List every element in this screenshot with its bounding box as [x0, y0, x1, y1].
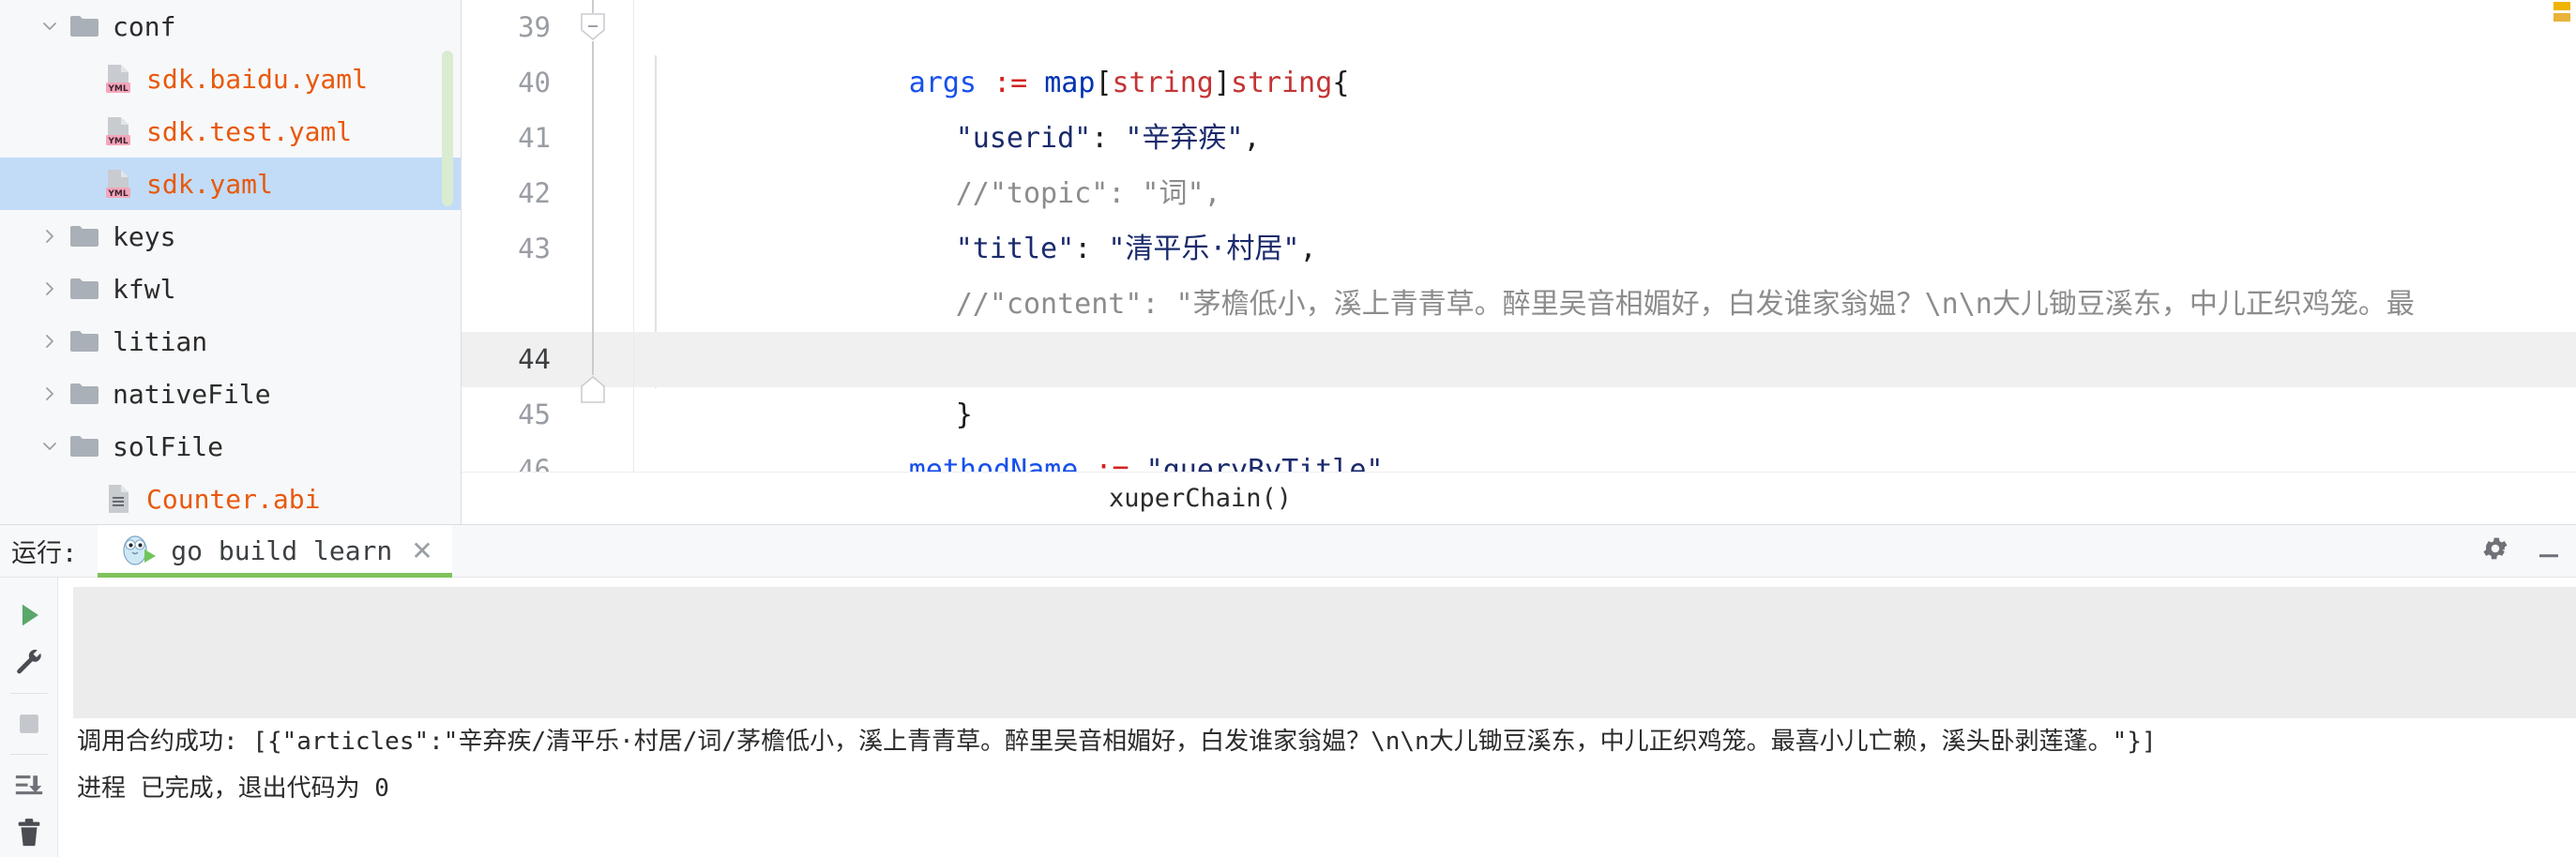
code-line-45[interactable]: methodName := "queryByTitle"	[634, 387, 2576, 472]
tree-item-keys[interactable]: keys	[0, 210, 461, 263]
warning-marker[interactable]	[2553, 2, 2570, 10]
folder-icon	[66, 434, 103, 459]
line-number-42[interactable]: 42	[462, 166, 633, 221]
stop-button[interactable]	[0, 699, 58, 748]
run-panel-title: 运行:	[11, 539, 78, 569]
project-tree-scrollbar[interactable]	[442, 0, 453, 524]
line-number-46[interactable]: 46	[462, 443, 633, 472]
code-line-41[interactable]: //"topic": "词",	[634, 111, 2576, 210]
line-number-40[interactable]: 40	[462, 55, 633, 111]
chevron-right-icon[interactable]	[34, 333, 66, 350]
tree-item-label: keys	[113, 220, 176, 252]
chevron-right-icon[interactable]	[34, 280, 66, 297]
folder-icon	[66, 277, 103, 301]
yaml-file-icon: YML	[99, 169, 137, 199]
console-line: 调用合约成功: [{"articles":"辛弃疾/清平乐·村居/词/茅檐低小，…	[77, 728, 2157, 757]
token-comment: //"content": "茅檐低小，溪上青青草。醉里吴音相媚好，白发谁家翁媪？…	[955, 288, 2415, 321]
run-panel-header: 运行: go build learn ✕	[0, 525, 2576, 579]
folder-icon	[66, 224, 103, 248]
tree-item-kfwl[interactable]: kfwl	[0, 263, 461, 315]
console-output[interactable]: 调用合约成功: [{"articles":"辛弃疾/清平乐·村居/词/茅檐低小，…	[58, 578, 2576, 857]
code-line-46[interactable]: tx, err := client.QueryEVMContract(acc,c…	[634, 443, 2576, 472]
chevron-right-icon[interactable]	[34, 228, 66, 245]
toolbar-separator	[9, 753, 48, 755]
code-line-42[interactable]: "title": "清平乐·村居",	[634, 166, 2576, 265]
yaml-file-icon: YML	[99, 64, 137, 94]
run-tab-label: go build learn	[171, 535, 393, 567]
svg-text:YML: YML	[107, 189, 128, 199]
code-line-39[interactable]: args := map[string]string{	[634, 0, 2576, 99]
code-text-area[interactable]: args := map[string]string{ "userid": "辛弃…	[634, 0, 2576, 473]
chevron-down-icon[interactable]	[34, 18, 66, 35]
toolbar-separator	[9, 693, 48, 695]
tree-item-conf[interactable]: conf	[0, 0, 461, 53]
editor-body[interactable]: 39 40 41 42 43 44 45 46 args:= map[stri…	[462, 0, 2576, 473]
tree-item-sdk-baidu-yaml[interactable]: YML sdk.baidu.yaml	[0, 53, 461, 105]
rerun-button[interactable]	[0, 591, 58, 639]
line-number-44[interactable]: 44	[462, 332, 633, 387]
code-editor[interactable]: 39 40 41 42 43 44 45 46 args:= map[stri…	[462, 0, 2576, 525]
tree-item-sdk-test-yaml[interactable]: YML sdk.test.yaml	[0, 105, 461, 158]
edit-configuration-button[interactable]	[0, 639, 58, 688]
tree-item-label: litian	[113, 325, 208, 357]
chevron-right-icon[interactable]	[34, 385, 66, 402]
run-tab-go-build-learn[interactable]: go build learn ✕	[98, 525, 453, 578]
breadcrumb-label: xuperChain()	[1109, 484, 1293, 514]
tree-item-label: conf	[113, 10, 176, 42]
tree-item-sdk-yaml[interactable]: YML sdk.yaml	[0, 158, 461, 210]
line-number-41[interactable]: 41	[462, 111, 633, 166]
chevron-down-icon[interactable]	[34, 438, 66, 455]
breadcrumb[interactable]: xuperChain()	[462, 472, 2576, 525]
folder-icon	[66, 14, 103, 38]
tree-item-label: sdk.yaml	[146, 168, 273, 200]
tree-item-litian[interactable]: litian	[0, 315, 461, 368]
warning-marker[interactable]	[2553, 13, 2570, 22]
scroll-to-end-button[interactable]	[0, 760, 58, 809]
tree-item-label: sdk.test.yaml	[146, 115, 353, 147]
yaml-file-icon: YML	[99, 116, 137, 146]
editor-scrollbar-markers[interactable]	[2552, 0, 2576, 472]
console-line: 进程 已完成，退出代码为 0	[77, 774, 389, 804]
project-tree-panel[interactable]: conf YML sdk.baidu.yaml YML sdk.test.yaml YML…	[0, 0, 462, 525]
tree-item-label: solFile	[113, 430, 224, 462]
run-panel-body: 调用合约成功: [{"articles":"辛弃疾/清平乐·村居/词/茅檐低小，…	[0, 578, 2576, 857]
close-icon[interactable]: ✕	[405, 535, 432, 566]
line-number-gutter[interactable]: 39 40 41 42 43 44 45 46	[462, 0, 634, 473]
folder-icon	[66, 329, 103, 353]
tree-item-solfile[interactable]: solFile	[0, 420, 461, 473]
run-panel-toolbar	[0, 578, 58, 857]
code-line-43[interactable]: //"content": "茅檐低小，溪上青青草。醉里吴音相媚好，白发谁家翁媪？…	[634, 221, 2576, 376]
tree-item-nativefile[interactable]: nativeFile	[0, 368, 461, 420]
tree-item-label: Counter.abi	[146, 483, 321, 515]
code-line-40[interactable]: "userid": "辛弃疾",	[634, 55, 2576, 155]
clear-all-button[interactable]	[0, 808, 58, 857]
gear-icon[interactable]	[2480, 534, 2510, 568]
go-gopher-icon	[118, 533, 158, 570]
line-number-39[interactable]: 39	[462, 0, 633, 55]
minimize-icon[interactable]	[2535, 534, 2563, 567]
scrollbar-thumb[interactable]	[442, 51, 453, 206]
run-tool-window: 运行: go build learn ✕ 调用合约成功: [{"articles…	[0, 524, 2576, 857]
svg-text:YML: YML	[107, 84, 128, 94]
tree-item-counter-abi[interactable]: Counter.abi	[0, 473, 461, 524]
svg-text:YML: YML	[107, 137, 128, 146]
code-line-44[interactable]: }	[634, 332, 2576, 431]
editor-and-project-area: conf YML sdk.baidu.yaml YML sdk.test.yaml YML…	[0, 0, 2576, 525]
folder-icon	[66, 382, 103, 406]
text-file-icon	[99, 484, 137, 514]
run-panel-header-actions	[2480, 534, 2576, 568]
tree-item-label: nativeFile	[113, 378, 271, 410]
tree-item-label: sdk.baidu.yaml	[146, 63, 369, 95]
ide-window: conf YML sdk.baidu.yaml YML sdk.test.yaml YML…	[0, 0, 2576, 857]
line-number-45[interactable]: 45	[462, 387, 633, 443]
tree-item-label: kfwl	[113, 273, 176, 305]
line-number-43[interactable]: 43	[462, 221, 633, 332]
console-empty-region	[73, 587, 2576, 719]
